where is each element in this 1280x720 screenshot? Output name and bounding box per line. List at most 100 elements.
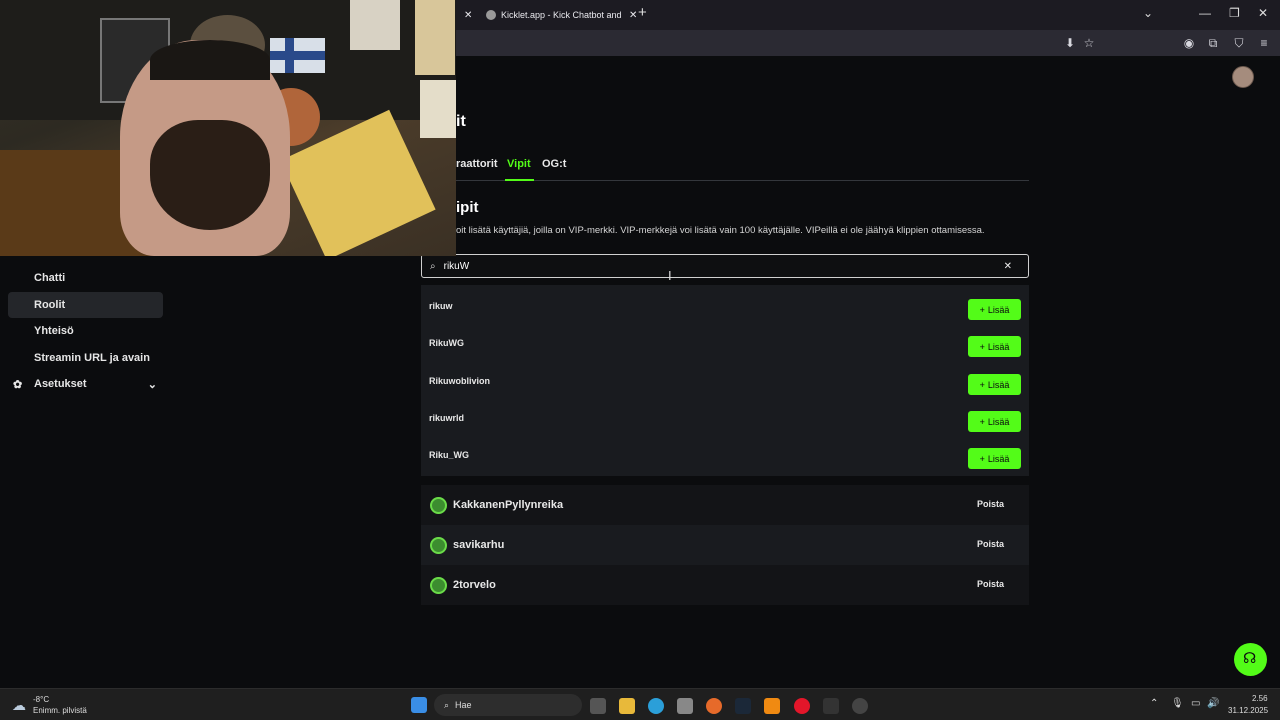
plus-icon: + (979, 379, 985, 390)
search-input[interactable] (443, 260, 1004, 272)
terminal-icon[interactable] (823, 698, 839, 714)
search-results-dropdown: rikuw + Lisää RikuWG + Lisää Rikuwoblivion… (421, 285, 1029, 476)
vlc-icon[interactable] (764, 698, 780, 714)
clear-search-icon[interactable]: ✕ (1004, 261, 1012, 272)
search-box[interactable]: ⌕ ✕ (421, 254, 1029, 278)
page-title: it (456, 113, 466, 130)
section-description: oit lisätä käyttäjiä, joilla on VIP-merk… (456, 225, 985, 236)
obs-icon[interactable] (852, 698, 868, 714)
vip-username: 2torvelo (453, 579, 496, 591)
shield-icon[interactable]: ⛉ (1231, 35, 1247, 51)
close-tab-icon[interactable]: ✕ (629, 10, 637, 21)
clock-date[interactable]: 31.12.2025 (1228, 706, 1268, 715)
sidebar-item-label: Streamin URL ja avain (34, 352, 150, 364)
add-vip-button[interactable]: + Lisää (968, 374, 1021, 395)
sidebar-item-roles[interactable]: Roolit (8, 292, 163, 318)
add-vip-button[interactable]: + Lisää (968, 299, 1021, 320)
text-cursor-icon: I (668, 268, 672, 283)
person-beard (150, 120, 270, 230)
remove-vip-button[interactable]: Poista (977, 539, 1004, 549)
sidebar-item-settings[interactable]: ✿ Asetukset ⌄ (8, 371, 163, 397)
remove-vip-button[interactable]: Poista (977, 499, 1004, 509)
chevron-down-icon[interactable]: ⌄ (148, 378, 157, 391)
weather-icon: ☁ (12, 697, 26, 713)
plus-icon: + (979, 416, 985, 427)
tab-label: Kicklet.app - Kick Chatbot and ( (501, 10, 623, 20)
sidebar-item-stream-url[interactable]: Streamin URL ja avain (8, 345, 163, 371)
remove-vip-button[interactable]: Poista (977, 579, 1004, 589)
vip-list: KakkanenPyllynreika Poista savikarhu Poi… (421, 485, 1029, 605)
add-vip-button[interactable]: + Lisää (968, 336, 1021, 357)
close-window-icon[interactable]: ✕ (1258, 6, 1268, 20)
vip-row: savikarhu Poista (421, 525, 1029, 565)
tab-moderators[interactable]: raattorit (456, 158, 498, 170)
vip-avatar (430, 537, 447, 554)
vip-avatar (430, 577, 447, 594)
sidebar-item-community[interactable]: Yhteisö (8, 318, 163, 344)
close-tab-icon[interactable]: ✕ (464, 10, 472, 21)
support-chat-button[interactable]: ☊ (1234, 643, 1267, 676)
active-tab-indicator (505, 179, 534, 181)
browser-tab[interactable]: ✕ (458, 4, 472, 26)
volume-icon[interactable]: 🔊 (1207, 698, 1219, 709)
maximize-icon[interactable]: ❐ (1229, 6, 1240, 20)
search-result-row: rikuw + Lisää (421, 288, 1029, 325)
task-view-icon[interactable] (590, 698, 606, 714)
minimize-icon[interactable]: — (1199, 6, 1211, 20)
windows-start-icon[interactable] (411, 697, 427, 713)
result-username: RikuWG (429, 338, 464, 348)
headset-icon: ☊ (1243, 650, 1257, 667)
steam-icon[interactable] (735, 698, 751, 714)
add-label: Lisää (987, 453, 1010, 464)
new-tab-button[interactable]: + (638, 4, 647, 21)
tabs-divider (456, 180, 1029, 181)
download-icon[interactable]: ⬇ (1062, 35, 1078, 51)
tab-list-dropdown-icon[interactable]: ⌄ (1143, 6, 1153, 20)
add-label: Lisää (987, 416, 1010, 427)
add-label: Lisää (987, 304, 1010, 315)
tray-expand-icon[interactable]: ⌃ (1150, 698, 1158, 709)
tab-vips[interactable]: Vipit (507, 158, 531, 170)
firefox-icon[interactable] (706, 698, 722, 714)
search-result-row: Riku_WG + Lisää (421, 437, 1029, 474)
search-result-row: Rikuwoblivion + Lisää (421, 363, 1029, 400)
tab-og[interactable]: OG:t (542, 158, 566, 170)
sidebar-item-chat[interactable]: Chatti (8, 265, 163, 291)
taskbar: ☁ -8°C Enimm. pilvistä ⌕ Hae ⌃ 🎙 ▭ 🔊 2.5… (0, 688, 1280, 720)
extensions-icon[interactable]: ⧉ (1205, 35, 1221, 51)
account-icon[interactable]: ◉ (1181, 35, 1197, 51)
plus-icon: + (979, 453, 985, 464)
weather-desc: Enimm. pilvistä (33, 706, 87, 715)
sidebar-item-label: Chatti (34, 272, 66, 284)
taskbar-search[interactable]: ⌕ Hae (434, 694, 582, 716)
search-result-row: RikuWG + Lisää (421, 325, 1029, 362)
menu-icon[interactable]: ≡ (1256, 35, 1272, 51)
search-placeholder: Hae (455, 700, 472, 710)
search-icon: ⌕ (430, 260, 436, 272)
file-explorer-icon[interactable] (619, 698, 635, 714)
vip-row: KakkanenPyllynreika Poista (421, 485, 1029, 525)
vip-username: savikarhu (453, 539, 505, 551)
edge-icon[interactable] (648, 698, 664, 714)
add-vip-button[interactable]: + Lisää (968, 411, 1021, 432)
add-label: Lisää (987, 341, 1010, 352)
search-result-row: rikuwrld + Lisää (421, 400, 1029, 437)
browser-tab-active[interactable]: Kicklet.app - Kick Chatbot and ( ✕ (486, 4, 637, 26)
poster-image (420, 80, 456, 138)
sidebar-nav: Chatti Roolit Yhteisö Streamin URL ja av… (0, 256, 175, 688)
add-vip-button[interactable]: + Lisää (968, 448, 1021, 469)
microphone-icon[interactable]: 🎙 (1171, 698, 1184, 709)
result-username: Riku_WG (429, 450, 470, 460)
network-icon[interactable]: ▭ (1191, 698, 1200, 709)
sidebar-item-label: Yhteisö (34, 325, 74, 337)
gear-icon: ✿ (13, 378, 23, 391)
store-icon[interactable] (677, 698, 693, 714)
clock-time[interactable]: 2.56 (1252, 694, 1268, 703)
profile-avatar[interactable] (1232, 66, 1254, 88)
plus-icon: + (979, 341, 985, 352)
finnish-flag-image (270, 38, 325, 73)
bookmark-star-icon[interactable]: ☆ (1081, 35, 1097, 51)
poster-image (350, 0, 400, 50)
opera-icon[interactable] (794, 698, 810, 714)
tab-favicon-icon (486, 10, 496, 20)
